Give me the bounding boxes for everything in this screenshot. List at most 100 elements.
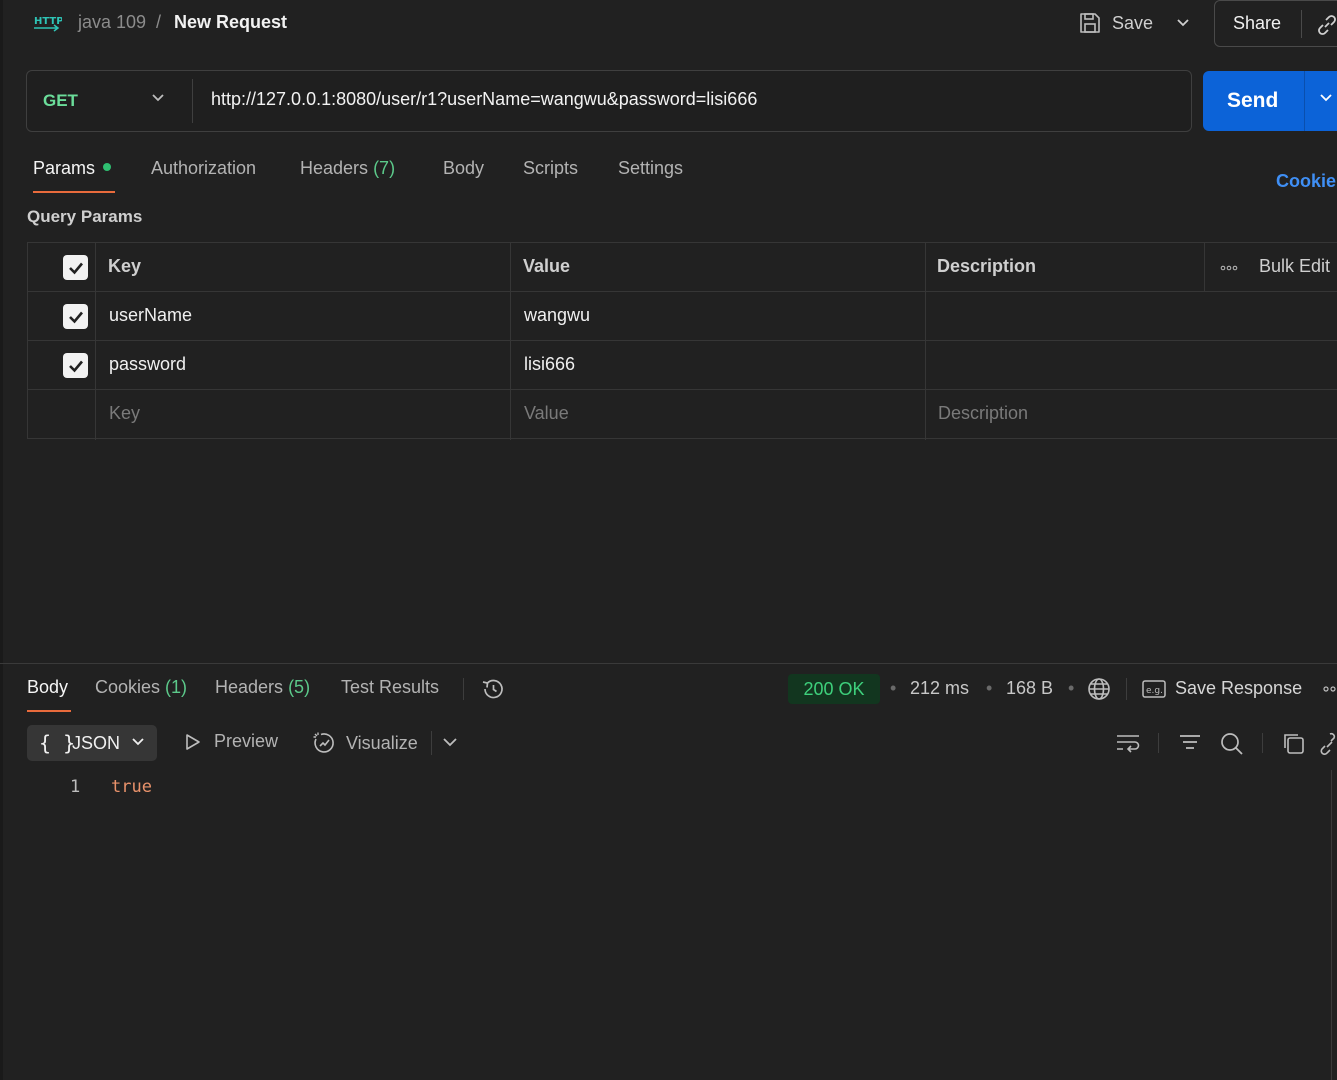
request-header: HTTP java 109 / New Request Save Share	[0, 0, 1337, 47]
tools-divider	[1262, 733, 1263, 753]
url-divider	[192, 79, 193, 123]
ellipsis-icon[interactable]	[1323, 686, 1337, 692]
breadcrumb-collection[interactable]: java 109	[78, 12, 146, 33]
chevron-down-icon	[1176, 18, 1190, 28]
response-tab-body[interactable]: Body	[27, 677, 68, 698]
method-select[interactable]: GET	[43, 91, 78, 111]
visualize-label: Visualize	[346, 732, 418, 753]
param-value[interactable]: wangwu	[524, 305, 590, 326]
param-value[interactable]: lisi666	[524, 354, 575, 375]
response-tab-cookies[interactable]: Cookies (1)	[95, 677, 187, 698]
chevron-down-icon[interactable]	[442, 736, 458, 748]
line-number: 1	[70, 777, 81, 797]
response-tab-divider	[463, 678, 464, 700]
save-label: Save	[1112, 12, 1154, 33]
svg-text:e.g.: e.g.	[1146, 686, 1163, 696]
tab-authorization[interactable]: Authorization	[151, 158, 256, 179]
breadcrumb-separator: /	[156, 12, 162, 32]
format-label: JSON	[72, 733, 121, 753]
send-label: Send	[1227, 89, 1279, 112]
share-divider	[1301, 10, 1302, 38]
search-icon[interactable]	[1219, 731, 1245, 757]
bulk-edit-button[interactable]: Bulk Edit	[1259, 256, 1330, 277]
new-key-input[interactable]: Key	[109, 403, 140, 424]
chevron-down-icon[interactable]	[1319, 93, 1333, 103]
copy-icon[interactable]	[1281, 731, 1307, 757]
new-value-input[interactable]: Value	[524, 403, 569, 424]
tab-headers[interactable]: Headers (7)	[300, 158, 395, 179]
params-active-dot	[103, 163, 112, 172]
save-options-button[interactable]	[1166, 6, 1200, 40]
tab-body[interactable]: Body	[443, 158, 484, 179]
history-icon[interactable]	[480, 677, 506, 701]
url-bar: GET	[26, 70, 1192, 132]
table-row: password lisi666	[28, 341, 1337, 390]
example-icon[interactable]: e.g.	[1142, 679, 1166, 699]
tab-headers-count: (7)	[373, 158, 396, 178]
column-header-key: Key	[108, 256, 142, 276]
param-key[interactable]: password	[109, 354, 186, 375]
param-key[interactable]: userName	[109, 305, 192, 326]
meta-bullet: •	[890, 678, 897, 698]
floppy-disk-icon	[1078, 11, 1102, 35]
url-input[interactable]	[211, 89, 1171, 110]
meta-bullet: •	[986, 678, 993, 698]
ellipsis-icon[interactable]	[1220, 265, 1238, 271]
row-checkbox[interactable]	[63, 353, 88, 378]
tools-divider	[1158, 733, 1159, 753]
http-icon: HTTP	[32, 10, 62, 36]
send-button[interactable]: Send	[1203, 71, 1337, 131]
column-header-description: Description	[937, 256, 1037, 276]
table-row: userName wangwu	[28, 292, 1337, 341]
response-body-content[interactable]: true	[111, 777, 152, 797]
chevron-down-icon[interactable]	[151, 93, 165, 103]
send-divider	[1304, 71, 1305, 131]
response-time[interactable]: 212 ms	[910, 678, 969, 699]
chevron-down-icon	[131, 737, 145, 747]
tab-params-label: Params	[33, 158, 96, 178]
active-response-tab-indicator	[27, 710, 71, 712]
tab-params[interactable]: Params	[33, 158, 112, 179]
visualize-divider	[431, 731, 432, 755]
active-tab-indicator	[33, 191, 115, 193]
table-header-row: Key Value Description Bulk Edit	[28, 243, 1337, 292]
save-response-button[interactable]: Save Response	[1175, 678, 1302, 699]
tab-settings[interactable]: Settings	[618, 158, 683, 179]
response-tab-cookies-label: Cookies	[95, 677, 161, 697]
visualize-button[interactable]: Visualize	[312, 731, 418, 755]
row-checkbox[interactable]	[63, 304, 88, 329]
response-tab-test-results[interactable]: Test Results	[341, 677, 439, 698]
wrap-lines-icon[interactable]	[1115, 731, 1141, 755]
response-size[interactable]: 168 B	[1006, 678, 1053, 699]
share-label: Share	[1233, 13, 1282, 33]
preview-button[interactable]: Preview	[184, 731, 278, 752]
tab-scripts[interactable]: Scripts	[523, 158, 578, 179]
save-button[interactable]: Save	[1078, 6, 1153, 40]
query-params-table: Key Value Description Bulk Edit userName…	[27, 242, 1337, 440]
share-button[interactable]: Share	[1214, 0, 1337, 47]
visualize-icon	[312, 731, 336, 755]
format-select[interactable]: { } JSON	[27, 725, 157, 761]
select-all-checkbox[interactable]	[63, 255, 88, 280]
cookies-link[interactable]: Cookie	[1276, 171, 1336, 192]
response-tab-headers-label: Headers	[215, 677, 284, 697]
response-tab-cookies-count: (1)	[165, 677, 188, 697]
globe-icon[interactable]	[1087, 677, 1111, 701]
link-icon[interactable]	[1315, 13, 1337, 37]
editor-scrollbar-track[interactable]	[1331, 770, 1332, 1080]
status-badge[interactable]: 200 OK	[788, 674, 880, 704]
page-title[interactable]: New Request	[174, 12, 287, 33]
new-description-input[interactable]: Description	[938, 403, 1028, 424]
link-icon[interactable]	[1320, 731, 1337, 755]
meta-divider	[1126, 678, 1127, 700]
response-tab-headers[interactable]: Headers (5)	[215, 677, 310, 698]
pane-resize-handle[interactable]	[0, 663, 1337, 664]
svg-text:HTTP: HTTP	[34, 16, 62, 27]
check-icon	[68, 360, 83, 372]
preview-label: Preview	[214, 731, 279, 751]
braces-icon: { }	[39, 731, 76, 755]
query-params-title: Query Params	[27, 207, 143, 226]
check-icon	[68, 311, 83, 323]
filter-icon[interactable]	[1178, 731, 1202, 755]
play-icon	[184, 732, 202, 752]
